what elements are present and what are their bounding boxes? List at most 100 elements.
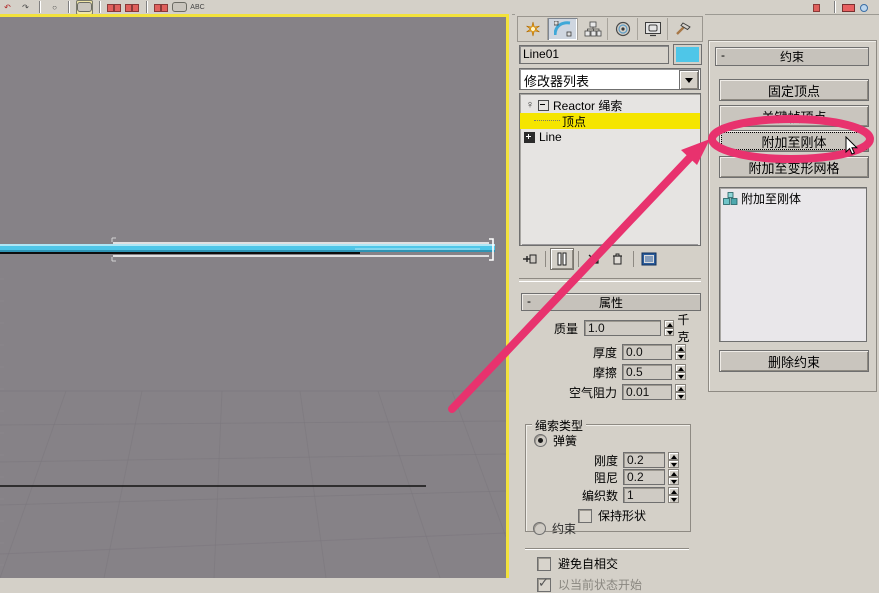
toolbar-separator (146, 1, 148, 13)
thickness-label: 厚度 (592, 345, 617, 360)
expand-collapse-icon[interactable] (524, 131, 535, 143)
constraint-list-item[interactable]: 附加至刚体 (720, 190, 866, 206)
constraint-radio-label: 约束 (552, 522, 577, 536)
command-panel: Line01 修改器列表 ♀ Reactor 绳索 顶点 Line - 属性 质… (515, 14, 705, 592)
redo-icon[interactable]: ↷ (18, 1, 33, 14)
stiffness-spinner[interactable] (668, 452, 679, 468)
stack-item-line[interactable]: Line (520, 129, 700, 145)
weave-count-spinner[interactable] (668, 487, 679, 503)
rope-object-line01[interactable] (0, 232, 506, 277)
rigid-body-icon (723, 191, 738, 205)
render-frame-icon[interactable] (813, 1, 828, 14)
damping-spinner[interactable] (668, 469, 679, 485)
configure-icon (641, 252, 657, 266)
attach-to-rigid-body-label: 附加至刚体 (761, 134, 827, 150)
mass-input[interactable]: 1.0 (583, 320, 661, 336)
keyframe-vertices-button[interactable]: 关键帧顶点 (719, 105, 869, 127)
air-resistance-row: 空气阻力 0.01 (521, 383, 701, 401)
remove-modifier-button[interactable] (607, 249, 629, 269)
align-icon[interactable] (125, 1, 140, 14)
start-at-current-state-label: 以当前状态开始 (558, 578, 643, 592)
stack-item-vertex[interactable]: 顶点 (520, 113, 700, 129)
tab-modify[interactable] (548, 18, 578, 40)
keyframe-vertices-label: 关键帧顶点 (761, 109, 827, 125)
command-panel-tabs (517, 16, 703, 42)
stack-item-reactor-rope[interactable]: ♀ Reactor 绳索 (520, 97, 700, 113)
keep-shape-checkbox[interactable] (578, 508, 592, 523)
lightbulb-icon[interactable]: ♀ (524, 99, 536, 111)
keep-shape-row[interactable]: 保持形状 (578, 507, 646, 524)
weave-count-row: 编织数 1 (526, 486, 690, 504)
weave-count-input[interactable]: 1 (623, 487, 665, 503)
toolbar-separator (68, 1, 70, 13)
material-editor-icon[interactable] (842, 1, 857, 14)
constraint-radio-row[interactable]: 约束 (533, 520, 576, 537)
friction-input[interactable]: 0.5 (622, 364, 672, 380)
configure-modifier-sets-button[interactable] (638, 249, 660, 269)
schematic-view-icon[interactable]: ABC (190, 1, 205, 14)
viewport-container (0, 14, 512, 578)
start-at-current-state-checkbox[interactable] (537, 575, 551, 592)
modifier-stack[interactable]: ♀ Reactor 绳索 顶点 Line (519, 93, 701, 246)
undo-icon[interactable]: ↶ (0, 1, 15, 14)
make-unique-button[interactable] (583, 249, 605, 269)
spring-radio-icon[interactable] (534, 434, 547, 447)
spring-radio-row[interactable]: 弹簧 (534, 432, 577, 449)
tab-create[interactable] (518, 18, 548, 40)
air-resistance-spinner[interactable] (675, 384, 686, 400)
mass-spinner[interactable] (663, 320, 675, 336)
constraints-panel: - 约束 固定顶点 关键帧顶点 附加至刚体 附加至变形网格 附加至刚体 删除约束 (708, 40, 877, 392)
thickness-spinner[interactable] (675, 344, 686, 360)
curve-editor-icon[interactable] (172, 1, 187, 14)
select-object-icon[interactable]: ○ (47, 1, 62, 14)
show-end-result-icon (557, 252, 567, 266)
hierarchy-icon (584, 21, 601, 37)
stack-item-label: 顶点 (562, 114, 587, 129)
object-name-input[interactable]: Line01 (519, 45, 669, 64)
damping-label: 阻尼 (593, 470, 618, 485)
damping-input[interactable]: 0.2 (623, 469, 665, 485)
constraint-radio-icon[interactable] (533, 522, 546, 535)
properties-title: 属性 (598, 295, 623, 310)
object-color-swatch[interactable] (673, 44, 702, 65)
attach-to-deforming-mesh-button[interactable]: 附加至变形网格 (719, 156, 869, 178)
expand-collapse-icon[interactable] (538, 99, 549, 111)
air-resistance-input[interactable]: 0.01 (622, 384, 672, 400)
modifier-list-label: 修改器列表 (524, 74, 590, 89)
constraints-list[interactable]: 附加至刚体 (719, 187, 867, 342)
stiffness-input[interactable]: 0.2 (623, 452, 665, 468)
modifier-list-arrow-button[interactable] (679, 70, 699, 90)
avoid-self-intersection-label: 避免自相交 (558, 557, 619, 571)
fix-vertices-button[interactable]: 固定顶点 (719, 79, 869, 101)
tree-connector (534, 119, 560, 121)
tab-utilities[interactable] (668, 18, 697, 40)
tab-hierarchy[interactable] (578, 18, 608, 40)
modifier-stack-toolbar (519, 248, 701, 270)
thickness-input[interactable]: 0.0 (622, 344, 672, 360)
make-unique-icon (588, 254, 599, 264)
avoid-self-intersection-checkbox[interactable] (537, 556, 551, 571)
pin-stack-button[interactable] (519, 249, 541, 269)
damping-row: 阻尼 0.2 (526, 468, 690, 486)
delete-constraint-button[interactable]: 删除约束 (719, 350, 869, 372)
rope-type-group: 绳索类型 弹簧 刚度 0.2 阻尼 0.2 编织数 1 保持形状 (525, 417, 691, 532)
mirror-icon[interactable] (107, 1, 122, 14)
toolbar-separator (545, 251, 546, 267)
perspective-viewport[interactable] (0, 14, 509, 578)
render-setup-icon[interactable] (860, 1, 875, 14)
modifier-list-dropdown[interactable]: 修改器列表 (519, 68, 701, 90)
tab-motion[interactable] (608, 18, 638, 40)
show-end-result-button[interactable] (550, 248, 574, 270)
chevron-down-icon (685, 77, 693, 83)
air-resistance-label: 空气阻力 (568, 385, 617, 400)
constraints-rollout-header[interactable]: - 约束 (715, 47, 869, 66)
avoid-self-intersection-row[interactable]: 避免自相交 (537, 555, 618, 572)
friction-spinner[interactable] (675, 364, 686, 380)
layer-manager-icon[interactable] (154, 1, 169, 14)
properties-rollout: - 属性 质量 1.0 千克 厚度 0.0 摩擦 0.5 空气阻力 0.01 (521, 293, 701, 401)
tab-display[interactable] (638, 18, 668, 40)
properties-rollout-header[interactable]: - 属性 (521, 293, 701, 311)
select-and-move-icon[interactable] (76, 0, 93, 14)
app-window: ↶ ↷ ○ ABC Line01 修改器列表 ♀ Reactor 绳索 顶点 L… (0, 0, 879, 592)
start-at-current-state-row[interactable]: 以当前状态开始 (537, 575, 643, 593)
